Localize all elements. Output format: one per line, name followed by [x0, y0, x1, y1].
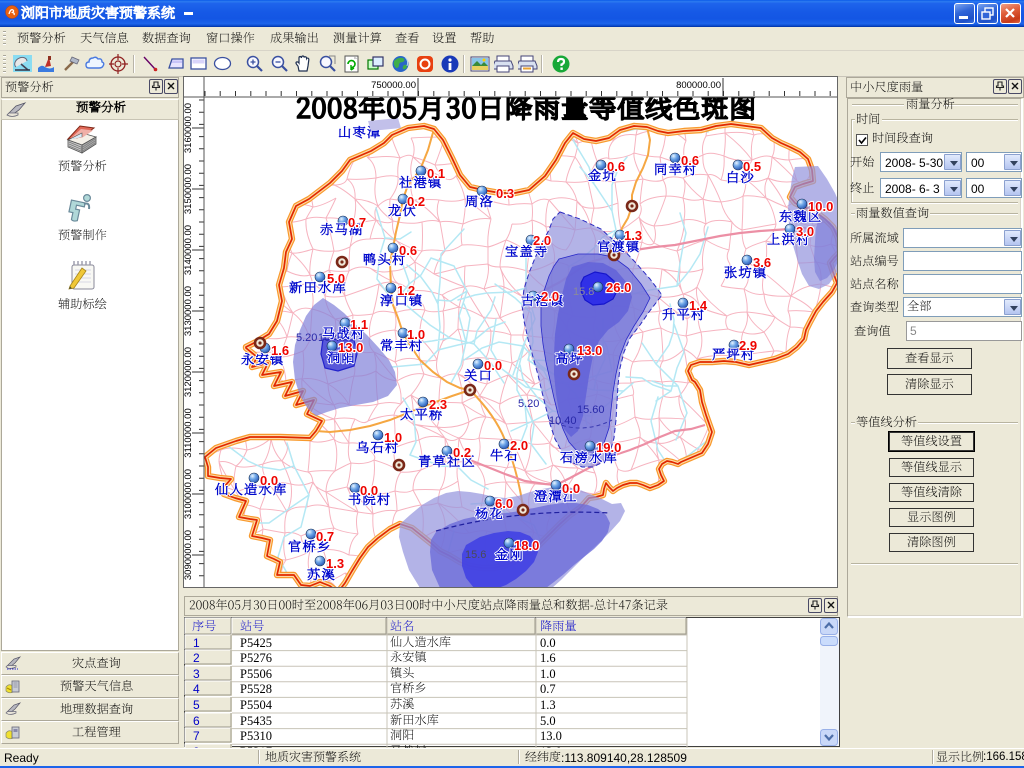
- svg-text:7: 7: [193, 729, 200, 743]
- svg-text:15.6: 15.6: [465, 549, 486, 561]
- svg-text:1.6: 1.6: [271, 343, 289, 358]
- svg-text:0.6: 0.6: [681, 153, 699, 168]
- svg-text:1.2: 1.2: [397, 283, 415, 298]
- svg-text:15.60: 15.60: [577, 404, 605, 416]
- svg-text:0.0: 0.0: [260, 473, 278, 488]
- svg-text:2.0: 2.0: [541, 289, 559, 304]
- svg-text:5.20: 5.20: [296, 332, 317, 344]
- svg-text:3: 3: [193, 667, 200, 681]
- svg-text:1.3: 1.3: [624, 228, 642, 243]
- svg-text:2.0: 2.0: [533, 233, 551, 248]
- svg-text:4: 4: [193, 682, 200, 696]
- svg-text:1.6: 1.6: [540, 651, 556, 665]
- svg-text:2.0: 2.0: [510, 438, 528, 453]
- svg-text:0.0: 0.0: [562, 481, 580, 496]
- svg-text:0.6: 0.6: [399, 243, 417, 258]
- svg-text:P5528: P5528: [240, 682, 272, 696]
- svg-text:0.2: 0.2: [453, 445, 471, 460]
- svg-text:0.5: 0.5: [743, 159, 761, 174]
- svg-text:10.40: 10.40: [549, 415, 577, 427]
- svg-text:0.0: 0.0: [540, 636, 556, 650]
- svg-text:0.7: 0.7: [348, 215, 366, 230]
- svg-text:6.0: 6.0: [495, 496, 513, 511]
- svg-text:1: 1: [193, 636, 200, 650]
- svg-text:6: 6: [193, 714, 200, 728]
- svg-text:1.4: 1.4: [689, 298, 708, 313]
- svg-text:15.8: 15.8: [573, 286, 594, 298]
- svg-text:P5425: P5425: [240, 636, 272, 650]
- svg-text:750000.00: 750000.00: [371, 80, 416, 91]
- svg-text:1.0: 1.0: [540, 667, 556, 681]
- svg-text:1.3: 1.3: [326, 556, 344, 571]
- svg-text:5.20: 5.20: [518, 398, 539, 410]
- svg-text:5.0: 5.0: [327, 271, 345, 286]
- svg-text:P5506: P5506: [240, 667, 272, 681]
- svg-text:10.0: 10.0: [808, 199, 833, 214]
- svg-text:P5276: P5276: [240, 651, 272, 665]
- svg-text:26.0: 26.0: [606, 280, 631, 295]
- svg-text:0.6: 0.6: [607, 159, 625, 174]
- svg-text:0.7: 0.7: [316, 529, 334, 544]
- svg-text:3.6: 3.6: [753, 255, 771, 270]
- svg-text:800000.00: 800000.00: [676, 80, 721, 91]
- svg-text:P5310: P5310: [240, 729, 272, 743]
- svg-text:0.1: 0.1: [427, 166, 445, 181]
- svg-text:1.0: 1.0: [407, 327, 425, 342]
- svg-text:5: 5: [193, 698, 200, 712]
- svg-text:P5435: P5435: [240, 714, 272, 728]
- svg-text:0.2: 0.2: [407, 194, 425, 209]
- svg-text:1.0: 1.0: [384, 430, 402, 445]
- svg-text:1.3: 1.3: [540, 698, 556, 712]
- svg-text:P5504: P5504: [240, 698, 273, 712]
- svg-text:13.0: 13.0: [338, 340, 363, 355]
- svg-text:18.0: 18.0: [514, 538, 539, 553]
- svg-text:0.3: 0.3: [496, 186, 514, 201]
- svg-text:13.0: 13.0: [540, 729, 562, 743]
- svg-text:2.3: 2.3: [429, 397, 447, 412]
- svg-text:0.7: 0.7: [540, 682, 556, 696]
- svg-text:2.9: 2.9: [739, 338, 757, 353]
- svg-text:5.0: 5.0: [540, 714, 556, 728]
- svg-text:0.0: 0.0: [484, 358, 502, 373]
- svg-text:19.0: 19.0: [596, 440, 621, 455]
- svg-text:3.0: 3.0: [796, 224, 814, 239]
- svg-text:1.1: 1.1: [350, 317, 368, 332]
- svg-text:0.0: 0.0: [360, 483, 378, 498]
- svg-text:2: 2: [193, 651, 200, 665]
- svg-text:13.0: 13.0: [577, 343, 602, 358]
